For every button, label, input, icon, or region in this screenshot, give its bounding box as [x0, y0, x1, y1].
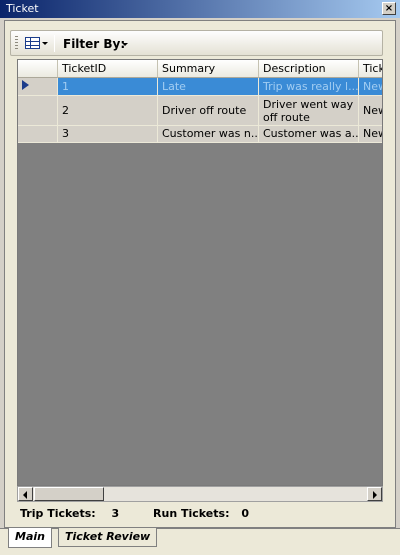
arrow-left-icon: [23, 491, 27, 499]
filter-dropdown-chevron-icon[interactable]: [122, 43, 128, 46]
chevron-down-icon: [42, 42, 48, 45]
cell-ticketid[interactable]: 2: [58, 96, 158, 126]
row-selector-header[interactable]: [18, 60, 58, 78]
arrow-right-icon: [373, 491, 377, 499]
horizontal-scrollbar[interactable]: [17, 486, 383, 502]
cell-summary[interactable]: Late: [158, 78, 259, 96]
cell-summary[interactable]: Customer was n...: [158, 126, 259, 143]
trip-tickets-count: 3: [111, 507, 120, 520]
cell-tick[interactable]: New: [359, 78, 382, 96]
scroll-left-button[interactable]: [18, 487, 33, 501]
window-title: Ticket: [6, 2, 39, 15]
row-selector[interactable]: [18, 96, 58, 126]
toolbar-separator: [54, 35, 55, 52]
table-row[interactable]: 3 Customer was n... Customer was a... Ne…: [18, 126, 382, 143]
current-row-icon: [22, 80, 29, 90]
row-selector[interactable]: [18, 126, 58, 143]
column-header-ticketid[interactable]: TicketID: [58, 60, 158, 78]
cell-description[interactable]: Trip was really l...: [259, 78, 359, 96]
grid-view-icon: [25, 37, 40, 49]
scroll-right-button[interactable]: [367, 487, 382, 501]
cell-ticketid[interactable]: 1: [58, 78, 158, 96]
tab-main-label: Main: [15, 530, 45, 543]
run-tickets-label: Run Tickets:: [153, 507, 230, 520]
toolbar-grip-icon[interactable]: [15, 36, 18, 51]
scrollbar-thumb[interactable]: [34, 487, 104, 501]
toolbar: Filter By:: [10, 30, 383, 56]
column-header-summary[interactable]: Summary: [158, 60, 259, 78]
table-row[interactable]: 2 Driver off route Driver went way off r…: [18, 96, 382, 126]
tab-bar: Main Ticket Review: [0, 528, 400, 555]
run-tickets-count: 0: [241, 507, 249, 520]
tab-ticket-review-label: Ticket Review: [65, 530, 151, 543]
column-header-description[interactable]: Description: [259, 60, 359, 78]
cell-description[interactable]: Driver went way off route: [259, 96, 359, 126]
window-title-bar: Ticket ×: [0, 0, 400, 18]
filter-by-button[interactable]: Filter By:: [63, 37, 125, 51]
filter-by-label: Filter By:: [63, 37, 126, 51]
close-icon[interactable]: ×: [382, 2, 396, 15]
status-bar: Trip Tickets: 3 Run Tickets: 0: [20, 507, 249, 520]
cell-ticketid[interactable]: 3: [58, 126, 158, 143]
row-selector[interactable]: [18, 78, 58, 96]
cell-description[interactable]: Customer was a...: [259, 126, 359, 143]
cell-tick[interactable]: New: [359, 96, 382, 126]
column-header-tick[interactable]: Tick: [359, 60, 382, 78]
trip-tickets-label: Trip Tickets:: [20, 507, 96, 520]
tab-main[interactable]: Main: [8, 528, 52, 548]
cell-summary[interactable]: Driver off route: [158, 96, 259, 126]
tickets-grid: TicketID Summary Description Tick 1 Late…: [17, 59, 383, 486]
grid-header: TicketID Summary Description Tick: [18, 60, 382, 78]
tab-ticket-review[interactable]: Ticket Review: [58, 528, 158, 547]
cell-tick[interactable]: New: [359, 126, 382, 143]
view-dropdown-button[interactable]: [23, 35, 48, 52]
table-row[interactable]: 1 Late Trip was really l... New: [18, 78, 382, 96]
